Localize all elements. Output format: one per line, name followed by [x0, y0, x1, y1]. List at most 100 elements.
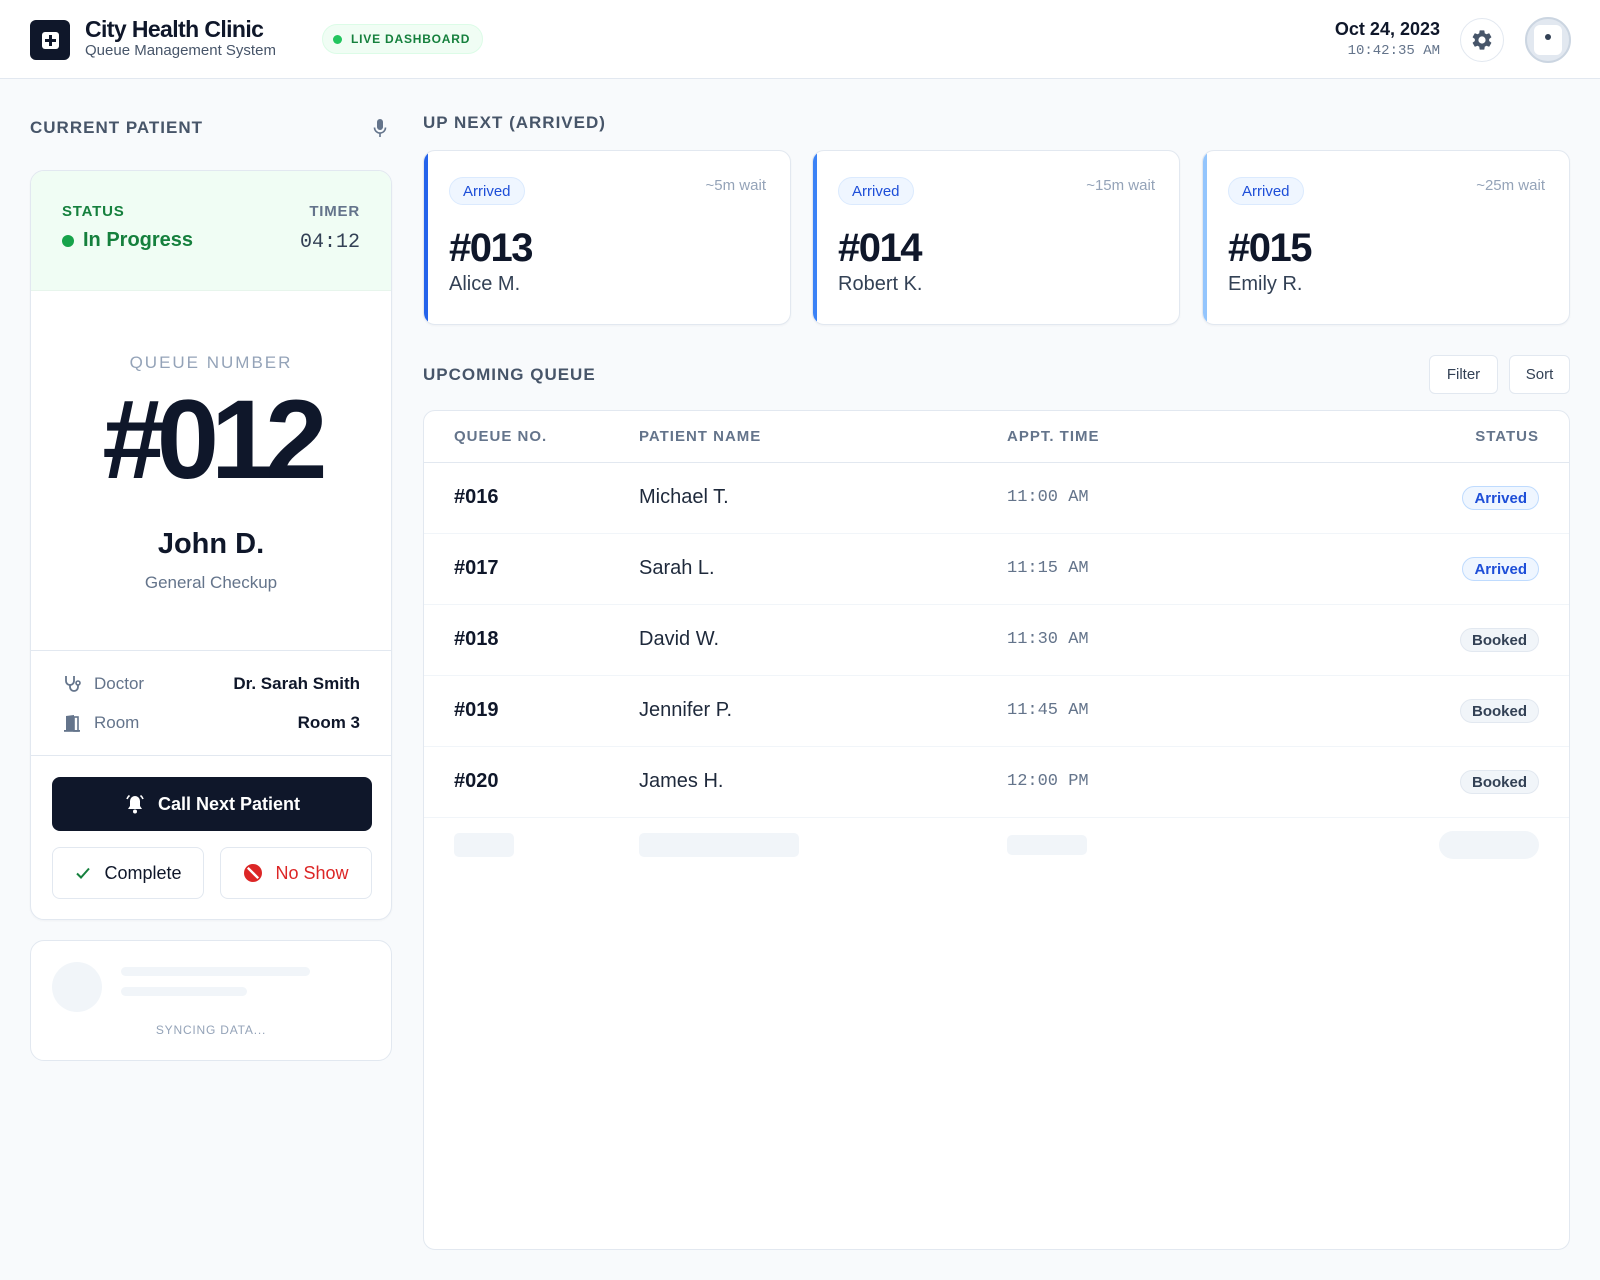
table-header: QUEUE NO. PATIENT NAME APPT. TIME STATUS	[424, 411, 1569, 463]
live-dashboard-badge: LIVE DASHBOARD	[322, 24, 484, 54]
status-value: In Progress	[83, 229, 194, 251]
table-row[interactable]: #017 Sarah L. 11:15 AM Arrived	[424, 534, 1569, 605]
clinic-subtitle: Queue Management System	[85, 42, 276, 59]
clinic-name: City Health Clinic	[85, 16, 264, 42]
doctor-label: Doctor	[94, 674, 145, 693]
patient-name: Jennifer P.	[639, 699, 733, 721]
column-header-queue-no[interactable]: QUEUE NO.	[454, 428, 547, 445]
skeleton-line	[121, 967, 310, 976]
queue-number: #016	[454, 486, 499, 508]
status-badge: Booked	[1459, 770, 1539, 794]
queue-number: #018	[454, 628, 499, 650]
queue-number: #020	[454, 770, 499, 792]
patient-info: Doctor Dr. Sarah Smith Room Room 3	[31, 650, 391, 756]
patient-name: Emily R.	[1228, 273, 1303, 295]
arrived-badge: Arrived	[449, 177, 525, 205]
wait-estimate: ~25m wait	[1476, 177, 1545, 194]
filter-button[interactable]: Filter	[1429, 355, 1498, 394]
gear-icon	[1472, 30, 1492, 50]
queue-number-label: QUEUE NUMBER	[129, 353, 293, 372]
up-next-heading: UP NEXT (ARRIVED)	[423, 113, 606, 132]
live-dot-icon	[333, 34, 342, 44]
room-label: Room	[94, 713, 140, 732]
room-value: Room 3	[297, 713, 360, 732]
arrived-badge: Arrived	[1228, 177, 1304, 205]
table-row[interactable]: #019 Jennifer P. 11:45 AM Booked	[424, 676, 1569, 747]
user-avatar[interactable]	[1525, 17, 1571, 63]
status-panel: STATUS In Progress TIMER 04:12	[31, 171, 391, 291]
status-badge: Arrived	[1462, 486, 1539, 510]
status-indicator: In Progress	[62, 229, 193, 252]
live-badge-label: LIVE DASHBOARD	[351, 32, 471, 46]
card-accent	[1203, 151, 1207, 324]
queue-number: #013	[449, 226, 533, 270]
skeleton-line	[121, 987, 247, 996]
complete-button[interactable]: Complete	[52, 847, 204, 899]
current-queue-number: #012	[102, 377, 327, 502]
table-row[interactable]: #016 Michael T. 11:00 AM Arrived	[424, 463, 1569, 534]
current-date: Oct 24, 2023	[1334, 19, 1440, 39]
arrived-badge: Arrived	[838, 177, 914, 205]
call-next-patient-button[interactable]: Call Next Patient	[52, 777, 372, 831]
microphone-icon[interactable]	[372, 118, 388, 138]
patient-name: Alice M.	[449, 273, 521, 295]
status-badge: Booked	[1459, 699, 1539, 723]
patient-name: Michael T.	[639, 486, 729, 508]
queue-number: #017	[454, 557, 499, 579]
patient-name: James H.	[639, 770, 724, 792]
patient-name: Robert K.	[838, 273, 923, 295]
settings-button[interactable]	[1460, 18, 1504, 62]
queue-number: #015	[1228, 226, 1312, 270]
appointment-time: 11:45 AM	[1007, 701, 1089, 720]
door-icon	[64, 715, 80, 732]
status-label: STATUS	[62, 203, 125, 220]
up-next-card[interactable]: Arrived ~5m wait #013 Alice M.	[423, 150, 791, 325]
queue-number: #014	[838, 226, 922, 270]
wait-estimate: ~15m wait	[1086, 177, 1155, 194]
up-next-card[interactable]: Arrived ~25m wait #015 Emily R.	[1202, 150, 1570, 325]
status-badge: Booked	[1459, 628, 1539, 652]
check-icon	[76, 867, 91, 879]
doctor-row: Doctor Dr. Sarah Smith	[62, 671, 360, 697]
column-header-appt-time[interactable]: APPT. TIME	[1007, 428, 1100, 445]
skeleton-cell	[1007, 835, 1087, 855]
syncing-text: SYNCING DATA...	[155, 1023, 267, 1037]
skeleton-avatar	[52, 962, 102, 1012]
card-accent	[424, 151, 428, 324]
patient-name: Sarah L.	[639, 557, 715, 579]
bell-icon	[126, 794, 144, 814]
status-badge: Arrived	[1462, 557, 1539, 581]
no-show-label: No Show	[275, 862, 349, 883]
skeleton-cell	[1439, 831, 1539, 859]
column-header-patient-name[interactable]: PATIENT NAME	[639, 428, 761, 445]
timer-value: 04:12	[299, 231, 360, 254]
doctor-value: Dr. Sarah Smith	[233, 674, 360, 693]
queue-number: #019	[454, 699, 499, 721]
syncing-placeholder-card: SYNCING DATA...	[30, 940, 392, 1061]
patient-name: David W.	[639, 628, 720, 650]
wait-estimate: ~5m wait	[705, 177, 766, 194]
appointment-time: 11:30 AM	[1007, 630, 1089, 649]
table-row[interactable]: #020 James H. 12:00 PM Booked	[424, 747, 1569, 818]
appointment-time: 11:15 AM	[1007, 559, 1089, 578]
current-time: 10:42:35 AM	[1347, 43, 1440, 59]
skeleton-row	[424, 819, 1569, 879]
call-next-label: Call Next Patient	[157, 793, 301, 814]
appointment-time: 11:00 AM	[1007, 488, 1089, 507]
current-patient-card: STATUS In Progress TIMER 04:12 QUEUE NUM…	[30, 170, 392, 920]
skeleton-cell	[454, 833, 514, 857]
sort-button[interactable]: Sort	[1509, 355, 1570, 394]
status-dot-icon	[62, 234, 74, 247]
no-show-button[interactable]: No Show	[220, 847, 372, 899]
ban-icon	[244, 864, 263, 882]
visit-type: General Checkup	[144, 573, 278, 592]
timer-label: TIMER	[309, 203, 360, 220]
upcoming-queue-heading: UPCOMING QUEUE	[423, 365, 596, 384]
column-header-status[interactable]: STATUS	[1475, 428, 1539, 445]
up-next-card[interactable]: Arrived ~15m wait #014 Robert K.	[812, 150, 1180, 325]
stethoscope-icon	[65, 676, 81, 692]
skeleton-cell	[639, 833, 799, 857]
complete-label: Complete	[104, 862, 182, 883]
table-row[interactable]: #018 David W. 11:30 AM Booked	[424, 605, 1569, 676]
medical-plus-icon	[30, 20, 70, 60]
